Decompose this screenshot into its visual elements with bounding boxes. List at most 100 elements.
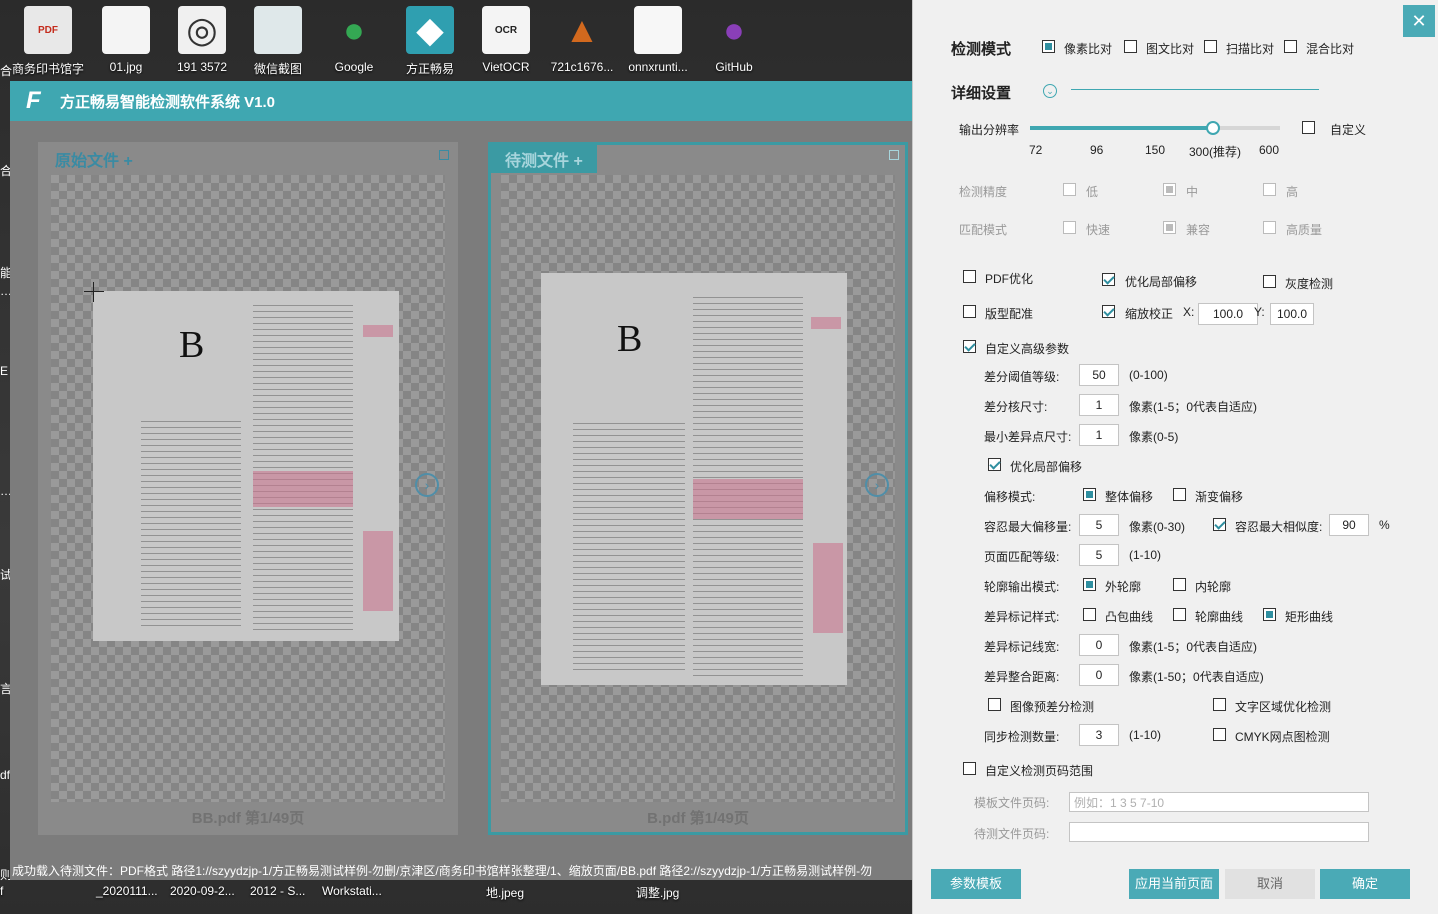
precision-low-checkbox[interactable] <box>1063 183 1076 196</box>
desktop-icon[interactable]: ▲ 721c1676... <box>544 6 620 74</box>
taskbar: f _2020111... 2020-09-2... 2012 - S... Works… <box>0 880 912 914</box>
contour-inner-checkbox[interactable] <box>1173 578 1186 591</box>
advanced-checkbox[interactable] <box>963 340 976 353</box>
diff-kernel-input[interactable]: 1 <box>1079 394 1119 416</box>
pdf-opt-checkbox[interactable] <box>963 270 976 283</box>
app-icon: ◆ <box>406 6 454 54</box>
taskbar-item[interactable]: 2020-09-2... <box>170 884 235 898</box>
mark-contour-checkbox[interactable] <box>1173 608 1186 621</box>
mode-mixed-checkbox[interactable] <box>1284 40 1297 53</box>
gray-check-checkbox[interactable] <box>1263 275 1276 288</box>
apply-page-button[interactable]: 应用当前页面 <box>1129 869 1219 899</box>
diff-threshold-input[interactable]: 50 <box>1079 364 1119 386</box>
local-offset2-checkbox[interactable] <box>988 458 1001 471</box>
pre-diff-checkbox[interactable] <box>988 698 1001 711</box>
app-icon: OCR <box>482 6 530 54</box>
max-sim-input[interactable]: 90 <box>1329 514 1369 536</box>
taskbar-item[interactable]: 地.jpeg <box>486 884 524 901</box>
chevron-down-icon[interactable]: ⌄ <box>1043 84 1057 98</box>
taskbar-item[interactable]: 调整.jpg <box>636 884 679 901</box>
mark-convex-checkbox[interactable] <box>1083 608 1096 621</box>
contour-outer-checkbox[interactable] <box>1083 578 1096 591</box>
max-offset-label: 容忍最大偏移量: <box>984 520 1072 534</box>
next-page-arrow-icon[interactable]: › <box>865 473 889 497</box>
next-page-arrow-icon[interactable]: › <box>415 473 439 497</box>
cmyk-checkbox[interactable] <box>1213 728 1226 741</box>
template-page-label: 模板文件页码: <box>974 796 1050 810</box>
max-sim-checkbox[interactable] <box>1213 518 1226 531</box>
local-offset-checkbox[interactable] <box>1102 273 1115 286</box>
param-template-button[interactable]: 参数模板 <box>931 869 1021 899</box>
diff-highlight <box>253 471 353 507</box>
layout-match-checkbox[interactable] <box>963 305 976 318</box>
min-diff-input[interactable]: 1 <box>1079 424 1119 446</box>
percent-unit: % <box>1379 518 1390 532</box>
match-compat-checkbox[interactable] <box>1163 221 1176 234</box>
offset-whole-checkbox[interactable] <box>1083 488 1096 501</box>
mark-rect-checkbox[interactable] <box>1263 608 1276 621</box>
scale-x-input[interactable]: 100.0 <box>1198 303 1258 325</box>
desktop-icon[interactable]: 微信截图 <box>240 6 316 77</box>
cancel-button[interactable]: 取消 <box>1225 869 1315 899</box>
original-file-tab[interactable]: 原始文件 + <box>41 145 147 173</box>
gray-check-label: 灰度检测 <box>1285 277 1334 291</box>
diff-highlight <box>811 317 841 329</box>
max-sim-label: 容忍最大相似度: <box>1235 520 1323 534</box>
taskbar-item[interactable]: Workstati... <box>322 884 382 898</box>
desktop-icon[interactable]: ● GitHub <box>696 6 772 74</box>
desktop-icon[interactable]: ◆ 方正畅易 <box>392 6 468 77</box>
app-icon: ▲ <box>564 9 600 50</box>
match-fast-checkbox[interactable] <box>1063 221 1076 234</box>
custom-resolution-checkbox[interactable] <box>1302 121 1315 134</box>
scale-correct-checkbox[interactable] <box>1102 305 1115 318</box>
page-match-input[interactable]: 5 <box>1079 544 1119 566</box>
local-offset2-label: 优化局部偏移 <box>1010 460 1083 474</box>
taskbar-item[interactable]: f <box>0 884 3 898</box>
resolution-label: 输出分辨率 <box>959 123 1020 137</box>
desktop-icon-label: 721c1676... <box>550 60 614 74</box>
page-heading-letter: B <box>179 324 205 366</box>
page-range-checkbox[interactable] <box>963 762 976 775</box>
template-page-input[interactable]: 例如：1 3 5 7-10 <box>1069 792 1369 812</box>
close-button[interactable]: ✕ <box>1403 5 1435 37</box>
max-offset-input[interactable]: 5 <box>1079 514 1119 536</box>
taskbar-item[interactable]: 2012 - S... <box>250 884 305 898</box>
mode-pixel-checkbox[interactable] <box>1042 40 1055 53</box>
expand-icon[interactable] <box>439 150 449 160</box>
desktop-icon[interactable]: onnxrunti... <box>620 6 696 74</box>
diff-highlight <box>693 479 803 519</box>
resolution-slider[interactable] <box>1030 121 1280 135</box>
desktop-icon[interactable]: 01.jpg <box>88 6 164 74</box>
mark-width-hint: 像素(1-5；0代表自适应) <box>1129 640 1258 654</box>
test-file-tab[interactable]: 待测文件 + <box>491 145 597 173</box>
expand-icon[interactable] <box>889 150 899 160</box>
diff-threshold-label: 差分阈值等级: <box>984 370 1060 384</box>
slider-handle[interactable] <box>1205 121 1220 135</box>
desktop-icon[interactable]: OCR VietOCR <box>468 6 544 74</box>
precision-high-checkbox[interactable] <box>1263 183 1276 196</box>
offset-gradual-checkbox[interactable] <box>1173 488 1186 501</box>
mode-text-checkbox[interactable] <box>1124 40 1137 53</box>
desktop-icon[interactable]: ● Google <box>316 6 392 74</box>
app-icon: ◎ <box>178 6 226 54</box>
settings-dialog: ✕ 检测模式 像素比对 图文比对 扫描比对 混合比对 详细设置 ⌄ 输出分辨率 … <box>912 0 1438 914</box>
merge-dist-input[interactable]: 0 <box>1079 664 1119 686</box>
app-icon: PDF <box>24 6 72 54</box>
mark-width-input[interactable]: 0 <box>1079 634 1119 656</box>
diff-highlight <box>813 543 843 633</box>
match-hq-checkbox[interactable] <box>1263 221 1276 234</box>
desktop-icon[interactable]: ◎ 191 3572 <box>164 6 240 74</box>
desktop-icon[interactable]: PDF 商务印书馆字 <box>10 6 86 77</box>
app-icon <box>102 6 150 54</box>
sync-input[interactable]: 3 <box>1079 724 1119 746</box>
scale-y-input[interactable]: 100.0 <box>1270 303 1314 325</box>
mode-scan-checkbox[interactable] <box>1204 40 1217 53</box>
test-page-input[interactable] <box>1069 822 1369 842</box>
taskbar-item[interactable]: _2020111... <box>96 884 158 898</box>
x-label: X: <box>1183 305 1195 319</box>
ok-button[interactable]: 确定 <box>1320 869 1410 899</box>
text-opt-checkbox[interactable] <box>1213 698 1226 711</box>
sync-label: 同步检测数量: <box>984 730 1060 744</box>
crosshair-cursor-icon <box>84 282 104 302</box>
precision-mid-checkbox[interactable] <box>1163 183 1176 196</box>
